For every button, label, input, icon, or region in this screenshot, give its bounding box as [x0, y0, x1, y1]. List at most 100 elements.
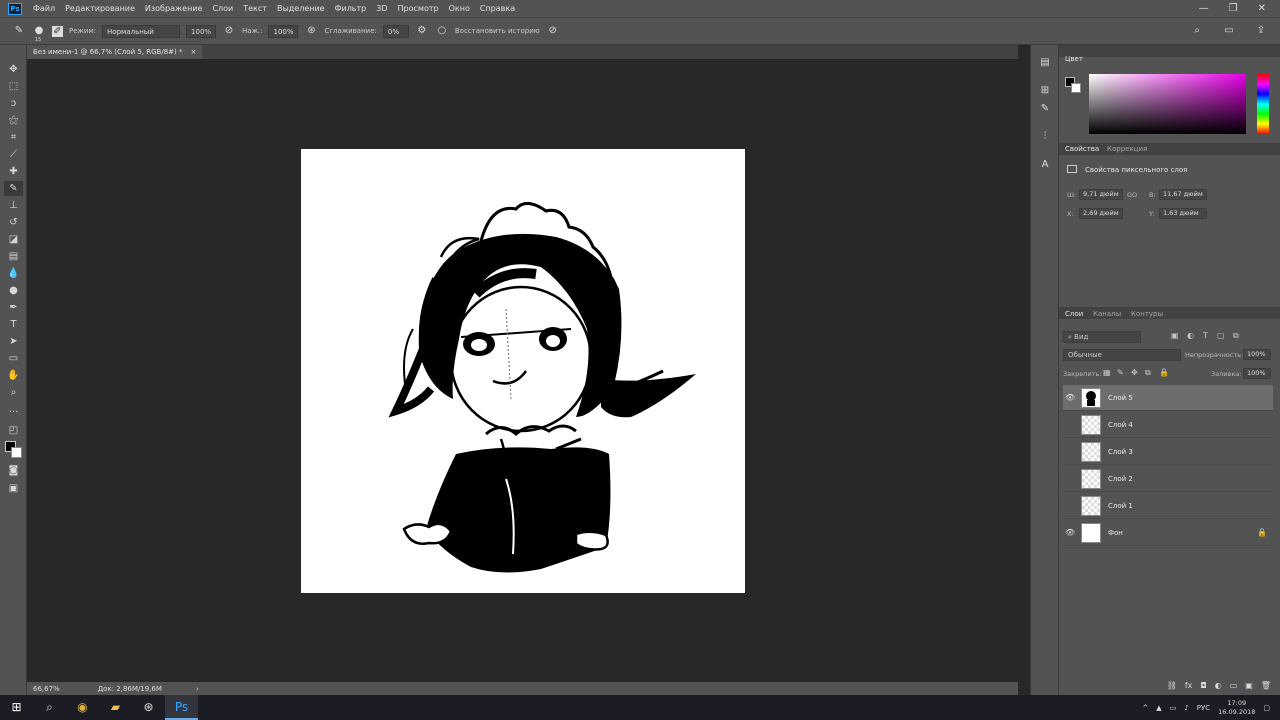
- width-field[interactable]: 9,71 дюйм: [1079, 189, 1123, 200]
- maximize-button[interactable]: ❐: [1229, 3, 1238, 14]
- chrome-icon[interactable]: ◉: [66, 695, 99, 720]
- zoom-tool-icon[interactable]: ⌕: [4, 385, 23, 400]
- lock-transparent-icon[interactable]: ▦: [1103, 368, 1111, 377]
- screen-mode-icon[interactable]: ▣: [4, 481, 23, 496]
- dodge-tool-icon[interactable]: ●: [4, 283, 23, 298]
- default-colors-icon[interactable]: ◰: [4, 423, 23, 438]
- brush-preset-picker[interactable]: ● 15: [32, 24, 46, 43]
- menu-3d[interactable]: 3D: [371, 4, 392, 13]
- eye-toggle-off[interactable]: [1065, 420, 1075, 430]
- gradient-tool-icon[interactable]: ▤: [4, 249, 23, 264]
- layer-opacity-field[interactable]: 100%: [1243, 349, 1271, 360]
- background-color-swatch[interactable]: [11, 447, 22, 458]
- layer-filter-select[interactable]: ⌕ Вид: [1063, 331, 1141, 343]
- properties-panel-icon[interactable]: ⫶: [1037, 131, 1053, 145]
- character-panel-icon[interactable]: A: [1037, 159, 1053, 173]
- document-canvas[interactable]: [301, 149, 745, 593]
- new-layer-icon[interactable]: ▣: [1245, 681, 1253, 690]
- brush-settings-icon[interactable]: ✐: [52, 25, 63, 37]
- app-icon[interactable]: ⊛: [132, 695, 165, 720]
- layer-row-1[interactable]: Слой 1: [1063, 493, 1273, 519]
- delete-layer-icon[interactable]: 🗑: [1261, 681, 1271, 690]
- tray-chevron-icon[interactable]: ^: [1142, 704, 1148, 712]
- brush-settings-panel-icon[interactable]: ✎: [1037, 103, 1053, 117]
- search-icon[interactable]: ⌕: [33, 695, 66, 720]
- eraser-tool-icon[interactable]: ◪: [4, 232, 23, 247]
- tray-app-icon[interactable]: ▲: [1156, 704, 1161, 712]
- clock[interactable]: 17:09 16.09.2018: [1218, 699, 1255, 717]
- menu-select[interactable]: Выделение: [272, 4, 330, 13]
- eyedropper-tool-icon[interactable]: ⟋: [4, 147, 23, 162]
- quick-mask-icon[interactable]: ◙: [4, 463, 23, 478]
- canvas-workspace[interactable]: [27, 59, 1018, 682]
- lock-position-icon[interactable]: ✥: [1131, 368, 1138, 377]
- layer-name[interactable]: Слой 5: [1108, 394, 1133, 402]
- blend-mode-select[interactable]: Обычные: [1063, 349, 1181, 361]
- history-panel-icon[interactable]: ▤: [1037, 57, 1053, 71]
- brush-tool-icon[interactable]: ✎: [4, 181, 23, 196]
- healing-brush-tool-icon[interactable]: ✚: [4, 164, 23, 179]
- height-field[interactable]: 11,67 дюйм: [1159, 189, 1207, 200]
- fill-field[interactable]: 100%: [1243, 368, 1271, 379]
- filter-adjustment-icon[interactable]: ◐: [1187, 331, 1194, 340]
- layer-row-2[interactable]: Слой 2: [1063, 466, 1273, 492]
- magic-wand-tool-icon[interactable]: ⚝: [4, 113, 23, 128]
- color-background-swatch[interactable]: [1071, 83, 1081, 93]
- pen-tool-icon[interactable]: ✒: [4, 300, 23, 315]
- new-group-icon[interactable]: ▭: [1230, 681, 1238, 690]
- more-tools-icon[interactable]: ···: [4, 405, 23, 420]
- notifications-icon[interactable]: ▢: [1263, 704, 1270, 712]
- close-button[interactable]: ✕: [1258, 3, 1266, 14]
- document-tab[interactable]: Без имени-1 @ 66,7% (Слой 5, RGB/8#) * ×: [27, 45, 203, 59]
- color-panel-tab[interactable]: Цвет: [1065, 55, 1083, 63]
- link-dimensions-icon[interactable]: GO: [1127, 191, 1137, 199]
- color-picker-field[interactable]: [1089, 74, 1246, 134]
- filter-smart-object-icon[interactable]: ⧉: [1233, 331, 1239, 341]
- mode-select[interactable]: Нормальный: [102, 24, 181, 38]
- layer-row-background[interactable]: 👁 Фон 🔒: [1063, 520, 1273, 546]
- file-explorer-icon[interactable]: ▰: [99, 695, 132, 720]
- history-brush-tool-icon[interactable]: ↺: [4, 215, 23, 230]
- menu-view[interactable]: Просмотр: [393, 4, 444, 13]
- hand-tool-icon[interactable]: ✋: [4, 368, 23, 383]
- y-field[interactable]: 1,63 дюйм: [1159, 208, 1207, 219]
- link-layers-icon[interactable]: ⛓: [1167, 681, 1177, 690]
- eye-toggle-off[interactable]: [1065, 474, 1075, 484]
- zoom-level[interactable]: 66,67%: [33, 685, 60, 693]
- opacity-field[interactable]: 100%: [186, 24, 217, 38]
- lock-all-icon[interactable]: 🔒: [1159, 368, 1169, 377]
- layer-row-4[interactable]: Слой 4: [1063, 412, 1273, 438]
- menu-edit[interactable]: Редактирование: [60, 4, 140, 13]
- eye-toggle-off[interactable]: [1065, 447, 1075, 457]
- airbrush-icon[interactable]: ⊛: [304, 24, 318, 38]
- adjustment-layer-icon[interactable]: ◐: [1215, 681, 1222, 690]
- status-menu-arrow[interactable]: ›: [196, 685, 199, 693]
- workspace-icon[interactable]: ▭: [1222, 24, 1236, 38]
- filter-shape-icon[interactable]: ▢: [1217, 331, 1225, 340]
- menu-image[interactable]: Изображение: [140, 4, 208, 13]
- windows-start-icon[interactable]: ⊞: [0, 695, 33, 720]
- menu-help[interactable]: Справка: [475, 4, 520, 13]
- tab-channels[interactable]: Каналы: [1093, 310, 1121, 318]
- tab-paths[interactable]: Контуры: [1131, 310, 1163, 318]
- lock-pixels-icon[interactable]: ✎: [1117, 368, 1124, 377]
- photoshop-logo-icon[interactable]: Ps: [8, 2, 22, 15]
- smoothing-settings-icon[interactable]: ⚙: [415, 24, 429, 38]
- tab-properties[interactable]: Свойства: [1065, 145, 1099, 153]
- layer-row-3[interactable]: Слой 3: [1063, 439, 1273, 465]
- layer-row-5[interactable]: 👁 Слой 5: [1063, 385, 1273, 411]
- tab-layers[interactable]: Слои: [1065, 310, 1083, 318]
- minimize-button[interactable]: —: [1199, 3, 1209, 14]
- layer-name[interactable]: Фон: [1108, 529, 1123, 537]
- language-indicator[interactable]: РУС: [1197, 704, 1210, 712]
- eye-icon[interactable]: 👁: [1065, 528, 1075, 538]
- menu-filter[interactable]: Фильтр: [330, 4, 372, 13]
- type-tool-icon[interactable]: T: [4, 317, 23, 332]
- filter-pixel-icon[interactable]: ▣: [1171, 331, 1179, 340]
- document-tab-close-icon[interactable]: ×: [191, 45, 197, 59]
- x-field[interactable]: 2,69 дюйм: [1079, 208, 1123, 219]
- brush-tool-icon[interactable]: ✎: [12, 24, 26, 38]
- hue-slider[interactable]: [1257, 74, 1269, 134]
- layer-name[interactable]: Слой 2: [1108, 475, 1133, 483]
- layer-name[interactable]: Слой 3: [1108, 448, 1133, 456]
